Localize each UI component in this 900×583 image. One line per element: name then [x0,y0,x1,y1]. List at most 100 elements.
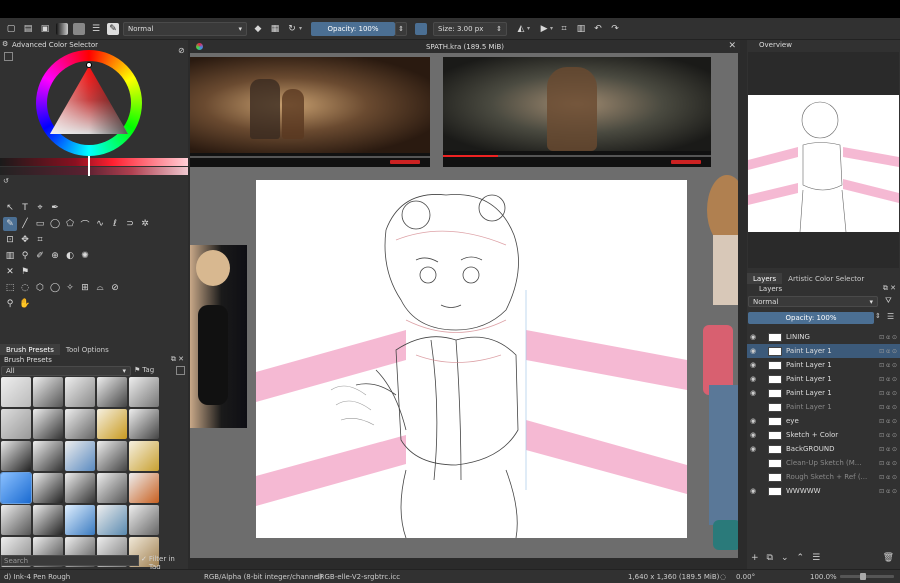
brush-preset-item[interactable] [65,409,95,439]
similar-select-tool-icon[interactable]: ⊞ [78,281,92,295]
add-layer-icon[interactable]: + [751,553,759,563]
brush-preset-item[interactable] [65,377,95,407]
brush-preset-item[interactable] [0,472,32,504]
brush-search-input[interactable]: Search [1,555,139,566]
tab-brush-presets[interactable]: Brush Presets [0,344,60,355]
wrap-around-icon[interactable]: ▥ [575,23,587,35]
reload-preset-icon[interactable]: ↻ [286,23,298,35]
zoom-label[interactable]: 100.0% [810,573,837,581]
ellipse-tool-icon[interactable]: ◯ [48,217,62,231]
bezier-select-tool-icon[interactable]: ⌓ [93,281,107,295]
brush-preset-item[interactable] [33,409,63,439]
layer-lock-icon[interactable]: ⊡ α ⊙ [874,390,900,397]
layer-row[interactable]: ◉ Paint Layer 1 ⊡ α ⊙ [747,344,900,358]
dynamic-brush-tool-icon[interactable]: ⊃ [123,217,137,231]
freehand-path-tool-icon[interactable]: ℓ [108,217,122,231]
contiguous-select-tool-icon[interactable]: ✧ [63,281,77,295]
enclose-fill-tool-icon[interactable]: ✺ [78,249,92,263]
eye-icon[interactable]: ◉ [747,361,759,369]
duplicate-layer-icon[interactable]: ⧉ [767,553,773,563]
select-shapes-tool-icon[interactable]: ↖ [3,201,17,215]
rectangle-tool-icon[interactable]: ▭ [33,217,47,231]
brush-preset-item[interactable] [1,409,31,439]
calligraphy-tool-icon[interactable]: ✒ [48,201,62,215]
settings-icon[interactable]: ⚙ [2,40,8,48]
tag-button[interactable]: ⚑ Tag [134,366,154,374]
opacity-spin[interactable]: ⇕ [395,21,408,36]
layer-menu-icon[interactable]: ☰ [887,312,894,321]
mirror-vertical-icon[interactable]: ▶ [538,23,550,35]
crop-icon[interactable]: ⌗ [558,23,570,35]
rectangle-select-tool-icon[interactable]: ⬚ [3,281,17,295]
brush-settings-icon[interactable]: ☰ [90,23,102,35]
smart-patch-tool-icon[interactable]: ⊕ [48,249,62,263]
float-close-icons[interactable]: ⧉ ✕ [171,355,184,364]
new-document-icon[interactable]: ▢ [5,23,17,35]
undo-icon[interactable]: ↶ [592,23,604,35]
move-layer-down-icon[interactable]: ⌄ [781,553,789,563]
freehand-brush-tool-icon[interactable]: ✎ [3,217,17,231]
tab-artistic-color-selector[interactable]: Artistic Color Selector [782,273,870,284]
reference-video-2[interactable] [443,57,711,167]
pan-tool-icon[interactable]: ✋ [18,297,32,311]
brush-preset-item[interactable] [129,377,159,407]
reference-photo[interactable] [190,245,247,428]
ellipse-select-tool-icon[interactable]: ◌ [18,281,32,295]
transform-tool-icon[interactable]: ⊡ [3,233,17,247]
eye-icon[interactable]: ◉ [747,347,759,355]
reference-images-tool-icon[interactable]: ⚑ [18,265,32,279]
layer-row[interactable]: Clean-Up Sketch (M... ⊡ α ⊙ [747,456,900,470]
multibrush-tool-icon[interactable]: ✲ [138,217,152,231]
brush-preset-item[interactable] [97,441,127,471]
brush-preset-item[interactable] [33,441,63,471]
brush-preset-item[interactable] [65,441,95,471]
reference-character[interactable] [695,175,738,555]
brush-preset-item[interactable] [1,441,31,471]
brush-preset-item[interactable] [33,505,63,535]
text-tool-icon[interactable]: T [18,201,32,215]
brush-preset-item[interactable] [129,441,159,471]
layer-opacity-spin[interactable]: ⇕ [875,312,881,320]
layer-row[interactable]: ◉ eye ⊡ α ⊙ [747,414,900,428]
brush-preset-item[interactable] [97,409,127,439]
layer-properties-icon[interactable]: ☰ [812,553,820,563]
brush-preset-item[interactable] [97,473,127,503]
save-icon[interactable]: ▣ [39,23,51,35]
layer-lock-icon[interactable]: ⊡ α ⊙ [874,460,900,467]
size-slider[interactable]: Size: 3.00 px ⇕ [433,21,508,36]
brush-preset-item[interactable] [97,505,127,535]
zoom-slider[interactable] [840,573,894,580]
layer-row[interactable]: Paint Layer 1 ⊡ α ⊙ [747,400,900,414]
delete-layer-icon[interactable]: 🗑 [883,553,900,563]
reference-video-1[interactable] [190,57,430,167]
gradient-tool-icon[interactable]: ▥ [3,249,17,263]
brush-preset-item[interactable] [129,409,159,439]
layer-lock-icon[interactable]: ⊡ α ⊙ [874,418,900,425]
color-picker-handle[interactable] [86,62,92,68]
layer-lock-icon[interactable]: ⊡ α ⊙ [874,474,900,481]
brush-preset-item[interactable] [33,473,63,503]
redo-icon[interactable]: ↷ [609,23,621,35]
eye-icon[interactable]: ◉ [747,389,759,397]
gradient-swatch-icon[interactable] [56,22,68,35]
canvas-area[interactable] [190,53,738,558]
crop-tool-icon[interactable]: ⌗ [33,233,47,247]
mirror-horizontal-icon[interactable]: ◭ [515,23,527,35]
brush-preset-item[interactable] [129,505,159,535]
layer-opacity-slider[interactable]: Opacity: 100% [748,312,874,324]
line-tool-icon[interactable]: ╱ [18,217,32,231]
layer-row[interactable]: ◉ Paint Layer 1 ⊡ α ⊙ [747,386,900,400]
layer-lock-icon[interactable]: ⊡ α ⊙ [874,446,900,453]
rotation-label[interactable]: 0.00° [736,573,755,581]
brush-preset-item[interactable] [129,473,159,503]
tab-tool-options[interactable]: Tool Options [60,344,115,355]
layer-blend-mode-select[interactable]: Normal ▾ [748,296,878,307]
color-selector-menu-icon[interactable] [4,52,13,61]
fill-tool-icon[interactable]: ◐ [63,249,77,263]
polygon-select-tool-icon[interactable]: ⬡ [33,281,47,295]
assistant-tool-icon[interactable]: ✕ [3,265,17,279]
layer-lock-icon[interactable]: ⊡ α ⊙ [874,348,900,355]
move-tool-icon[interactable]: ✥ [18,233,32,247]
color-history-icon[interactable]: ↺ [3,177,9,185]
blend-mode-select[interactable]: Normal ▾ [123,21,247,36]
